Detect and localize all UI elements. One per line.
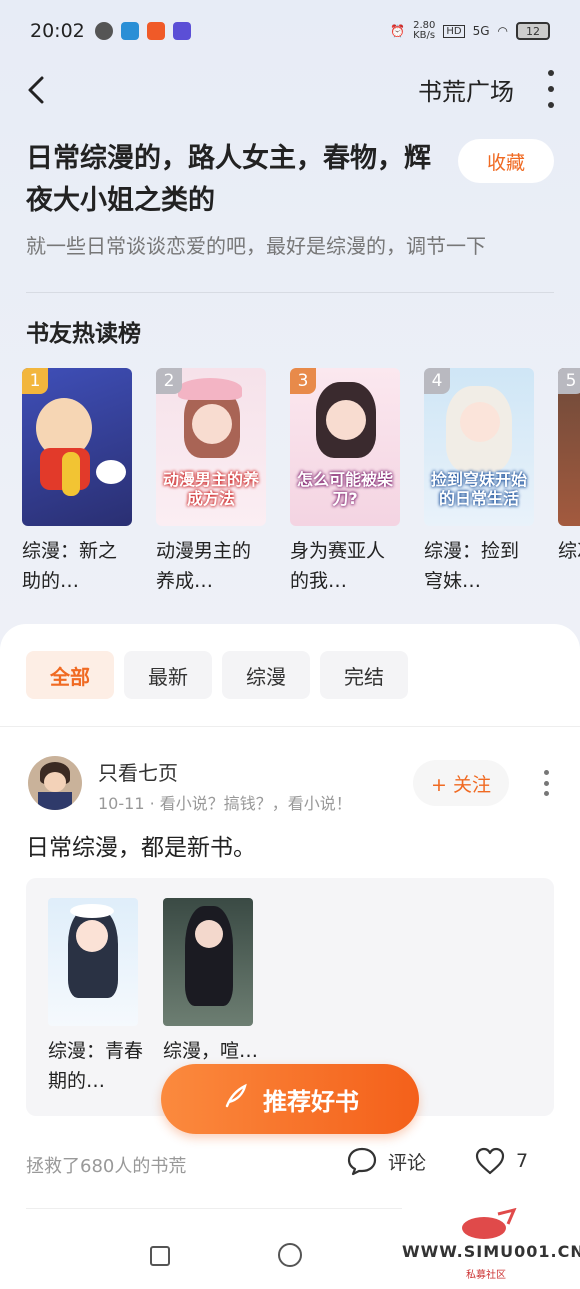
tab-all[interactable]: 全部 [26,651,114,699]
back-icon[interactable] [22,70,52,110]
hot-book-item[interactable]: 怎么可能被柴刀? 3 身为赛亚人的我… [290,368,400,596]
app-notification-icon [94,22,113,40]
battery-icon: 12 [516,22,550,40]
status-time: 20:02 [30,20,85,42]
book-cover: 动漫男主的养成方法 2 [156,368,266,526]
taobao-icon [146,22,165,40]
saved-count: 拯救了680人的书荒 [26,1156,187,1177]
alarm-icon: ⏰ [390,24,406,38]
hot-book-list: 1 综漫：新之助的… 动漫男主的养成方法 2 动漫男主的养成… 怎么可能被柴刀?… [22,368,580,608]
watermark-logo-icon [462,1208,517,1239]
collect-button[interactable]: 收藏 [458,139,554,183]
book-title: 综次… [558,540,580,562]
square-link[interactable]: 书荒广场 [418,72,514,107]
status-bar: 20:02 ⏰ 2.80 KB/s HD 5G ◠ 12 [0,0,580,62]
user-name[interactable]: 只看七页 [98,757,178,786]
book-cover: 怎么可能被柴刀? 3 [290,368,400,526]
watermark-subtext: 私募社区 [466,1270,506,1281]
book-title: 综漫：新之助的… [22,540,118,592]
book-title: 综漫：青春期的… [48,1040,144,1092]
wifi-icon: ◠ [497,24,508,38]
post-meta: 10-11 · 看小说？搞钱？，看小说！ [98,794,352,813]
hot-book-item[interactable]: 动漫男主的养成方法 2 动漫男主的养成… [156,368,266,596]
post-more-icon[interactable] [544,770,550,796]
post-text: 日常综漫，都是新书。 [26,835,256,861]
rank-badge: 4 [424,368,450,394]
tieba-icon [172,22,191,40]
more-menu-icon[interactable] [546,70,556,108]
feather-icon [221,1082,249,1116]
divider [0,726,580,727]
like-button[interactable]: 7 [474,1146,528,1176]
signal-icon: 5G [472,24,490,38]
recommended-book[interactable]: 综漫：青春期的… [48,898,143,1096]
top-bar: 书荒广场 [0,62,580,118]
book-cover: 5 [558,368,580,526]
recommend-book-label: 推荐好书 [263,1087,359,1116]
watermark-text: WWW.SIMU001.CN [402,1242,580,1261]
avatar[interactable] [28,756,82,810]
rank-badge: 5 [558,368,580,394]
watermark: WWW.SIMU001.CN 私募社区 [402,1208,580,1284]
rank-badge: 1 [22,368,48,394]
cover-title: 怎么可能被柴刀? [296,470,393,508]
filter-tabs: 全部 最新 综漫 完结 [26,651,408,699]
hot-book-item[interactable]: 1 综漫：新之助的… [22,368,132,596]
hot-list-title: 书友热读榜 [26,321,141,347]
book-title: 身为赛亚人的我… [290,540,386,592]
like-count: 7 [516,1150,529,1172]
recommend-book-button[interactable]: 推荐好书 [161,1064,419,1134]
tab-completed[interactable]: 完结 [320,651,408,699]
book-title: 综漫，喧… [163,1040,259,1062]
tab-latest[interactable]: 最新 [124,651,212,699]
book-cover [48,898,138,1026]
rank-badge: 3 [290,368,316,394]
net-speed: 2.80 KB/s [413,20,436,41]
hot-book-item[interactable]: 捡到穹妹开始的日常生活 4 综漫：捡到穹妹… [424,368,534,596]
topic-title: 日常综漫的，路人女主，春物，辉夜大小姐之类的 [26,143,431,216]
home-icon[interactable] [278,1243,302,1267]
topic-description: 就一些日常谈谈恋爱的吧，最好是综漫的，调节一下 [26,234,486,258]
hd-badge: HD [443,24,465,38]
rank-badge: 2 [156,368,182,394]
cover-title: 动漫男主的养成方法 [162,470,259,508]
book-cover [163,898,253,1026]
comment-label: 评论 [388,1151,427,1174]
divider [26,292,554,293]
divider [26,1208,402,1209]
book-cover: 1 [22,368,132,526]
book-cover: 捡到穹妹开始的日常生活 4 [424,368,534,526]
book-title: 动漫男主的养成… [156,540,252,592]
qq-icon [120,22,139,40]
follow-button[interactable]: + 关注 [413,760,509,806]
recents-icon[interactable] [150,1246,170,1266]
cover-title: 捡到穹妹开始的日常生活 [430,470,527,508]
post-panel: 全部 最新 综漫 完结 只看七页 10-11 · 看小说？搞钱？，看小说！ + … [0,624,580,1289]
recommended-book[interactable]: 综漫，喧… [163,898,258,1066]
hot-book-item[interactable]: 5 综次… [558,368,580,566]
tab-anime[interactable]: 综漫 [222,651,310,699]
heart-icon [475,1147,505,1175]
comment-icon [347,1147,377,1176]
comment-button[interactable]: 评论 [346,1146,426,1176]
book-title: 综漫：捡到穹妹… [424,540,520,592]
